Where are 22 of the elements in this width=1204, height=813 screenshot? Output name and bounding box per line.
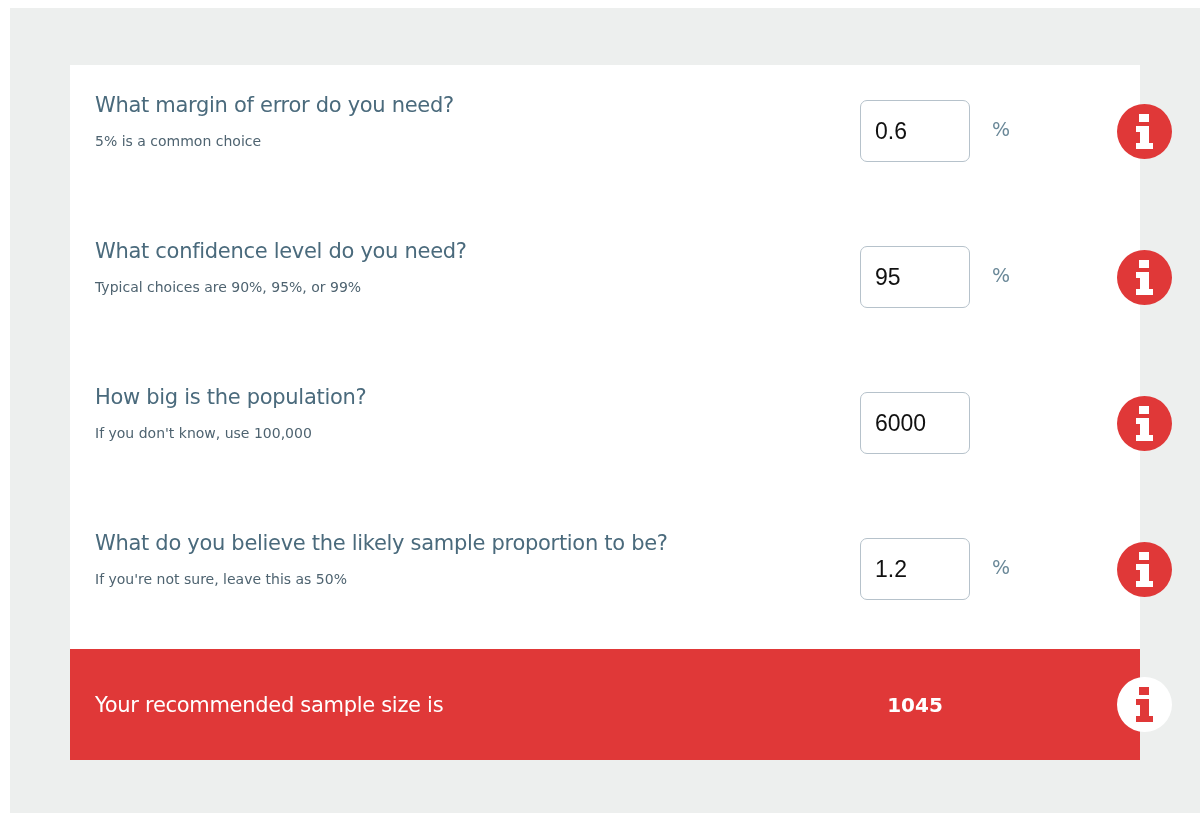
unit-label: %	[992, 556, 1011, 578]
number-input[interactable]: 6000	[860, 392, 970, 454]
info-icon[interactable]	[1117, 396, 1172, 451]
hint-text: If you're not sure, leave this as 50%	[95, 571, 348, 587]
unit-label: %	[992, 118, 1011, 140]
number-input[interactable]: 95	[860, 246, 970, 308]
info-icon[interactable]	[1117, 104, 1172, 159]
result-value: 1045	[887, 692, 943, 717]
hint-text: If you don't know, use 100,000	[95, 425, 313, 441]
question-label: What margin of error do you need?	[95, 93, 455, 117]
number-input[interactable]: 1.2	[860, 538, 970, 600]
question-label: What do you believe the likely sample proportion to be?	[95, 531, 669, 555]
question-label: What confidence level do you need?	[95, 239, 468, 263]
info-icon[interactable]	[1117, 250, 1172, 305]
hint-text: Typical choices are 90%, 95%, or 99%	[95, 279, 363, 295]
unit-label: %	[992, 264, 1011, 286]
question-label: How big is the population?	[95, 385, 368, 409]
hint-text: 5% is a common choice	[95, 133, 263, 149]
result-label: Your recommended sample size is	[95, 692, 444, 717]
number-input[interactable]: 0.6	[860, 100, 970, 162]
info-icon[interactable]	[1117, 677, 1172, 732]
info-icon[interactable]	[1117, 542, 1172, 597]
